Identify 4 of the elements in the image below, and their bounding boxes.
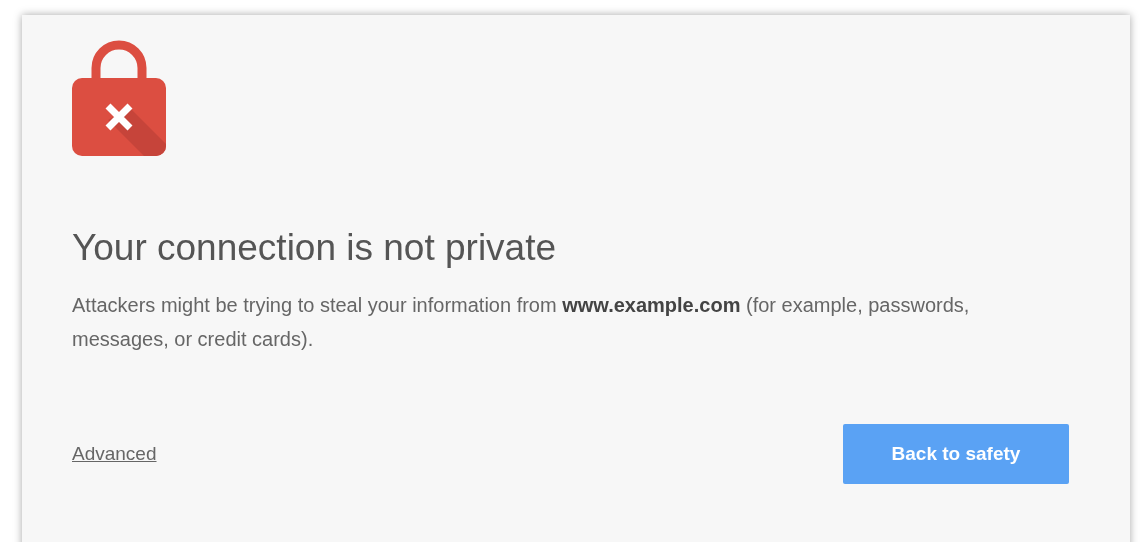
advanced-link[interactable]: Advanced [72,443,157,465]
padlock-error-icon [72,40,166,156]
warning-message: Attackers might be trying to steal your information from www.example.com (for example, passwords, messages, or credit cards). [72,293,971,352]
heading: Your connection is not private [72,226,558,270]
